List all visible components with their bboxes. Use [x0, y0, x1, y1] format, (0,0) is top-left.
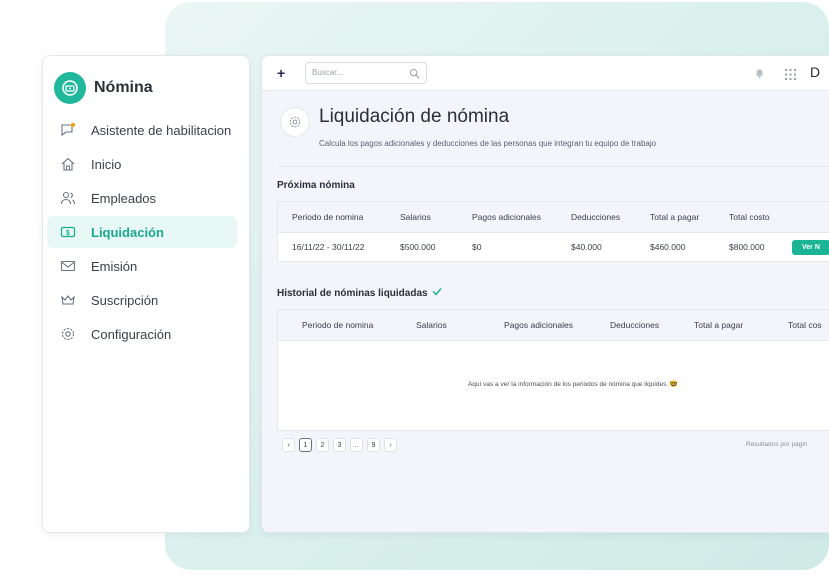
empty-state-message: Aquí vas a ver la información de los per… [467, 381, 679, 388]
search-input[interactable]: Buscar... [305, 62, 427, 84]
column-header: Periodo de nomina [302, 320, 374, 330]
nomina-logo-icon [54, 72, 86, 104]
sidebar-item-label: Emisión [91, 258, 138, 274]
sidebar-item-configuracion[interactable]: Configuración [47, 318, 237, 350]
money-bill-icon: $ [59, 223, 77, 241]
sidebar-nav: Asistente de habilitacion Inicio Emplead… [47, 114, 237, 352]
crown-icon [59, 291, 77, 309]
next-page-button[interactable]: › [384, 438, 397, 452]
topbar: + Buscar... D [262, 56, 829, 91]
cell-total-cost: $800.000 [729, 242, 765, 252]
page-ellipsis: .. [350, 438, 363, 452]
page-subtitle: Calcula los pagos adicionales y deduccio… [319, 139, 657, 148]
table-header: Periodo de nomina Salarios Pagos adicion… [278, 202, 829, 233]
search-placeholder: Buscar... [312, 68, 344, 77]
gear-icon [59, 325, 77, 343]
sidebar-item-emision[interactable]: Emisión [47, 250, 237, 282]
brand-title: Nómina [94, 79, 153, 96]
brand[interactable]: Nómina [54, 72, 153, 104]
search-icon [409, 66, 420, 84]
sidebar-item-suscripcion[interactable]: Suscripción [47, 284, 237, 316]
users-icon [59, 189, 77, 207]
svg-text:$: $ [66, 230, 70, 237]
results-per-page-label[interactable]: Resultados por págin [746, 441, 807, 448]
table-header: Periodo de nomina Salarios Pagos adicion… [278, 310, 829, 341]
bell-icon[interactable] [754, 66, 765, 84]
column-header: Deducciones [610, 320, 660, 330]
history-table: Periodo de nomina Salarios Pagos adicion… [277, 309, 829, 431]
page-button[interactable]: 3 [333, 438, 346, 452]
pagination: ‹ 1 2 3 .. 9 › [282, 438, 401, 452]
divider [277, 166, 829, 167]
column-header: Salarios [416, 320, 447, 330]
view-payroll-button[interactable]: Ver N [792, 239, 829, 255]
prev-page-button[interactable]: ‹ [282, 438, 295, 452]
column-header: Total costo [729, 212, 770, 222]
column-header: Salarios [400, 212, 431, 222]
column-header: Total a pagar [650, 212, 700, 222]
cell-salaries: $500.000 [400, 242, 436, 252]
sidebar-item-asistente[interactable]: Asistente de habilitacion [47, 114, 237, 146]
page-button[interactable]: 2 [316, 438, 329, 452]
column-header: Total a pagar [694, 320, 744, 330]
home-icon [59, 155, 77, 173]
add-button[interactable]: + [277, 65, 285, 81]
sidebar-item-inicio[interactable]: Inicio [47, 148, 237, 180]
flag-notification-icon [59, 121, 77, 139]
sidebar-item-empleados[interactable]: Empleados [47, 182, 237, 214]
column-header: Pagos adicionales [472, 212, 541, 222]
main-window: + Buscar... D Liquidación de nómina Calc… [261, 55, 829, 533]
cell-additional: $0 [472, 242, 482, 252]
sidebar-item-label: Configuración [91, 326, 172, 342]
history-title: Historial de nóminas liquidadas [277, 287, 428, 299]
sidebar-item-label: Suscripción [91, 292, 159, 308]
page-title: Liquidación de nómina [319, 106, 510, 127]
column-header: Periodo de nomina [292, 212, 364, 222]
apps-grid-icon[interactable] [785, 67, 796, 85]
sidebar-item-label: Asistente de habilitacion [91, 122, 232, 138]
sidebar: Nómina Asistente de habilitacion Inicio … [42, 55, 250, 533]
page-button[interactable]: 9 [367, 438, 380, 452]
cell-deductions: $40.000 [571, 242, 602, 252]
column-header: Deducciones [571, 212, 621, 222]
sidebar-item-liquidacion[interactable]: $ Liquidación [47, 216, 237, 248]
page-button[interactable]: 1 [299, 438, 312, 452]
table-row: 16/11/22 - 30/11/22 $500.000 $0 $40.000 … [278, 233, 829, 261]
sidebar-item-label: Empleados [91, 190, 157, 206]
sidebar-item-label: Inicio [91, 156, 122, 172]
user-avatar[interactable]: D [810, 64, 820, 80]
checkmark-icon [432, 287, 442, 299]
cell-total-pay: $460.000 [650, 242, 686, 252]
settings-gear-icon [280, 107, 310, 137]
mail-icon [59, 257, 77, 275]
next-payroll-table: Periodo de nomina Salarios Pagos adicion… [277, 201, 829, 262]
cell-period: 16/11/22 - 30/11/22 [292, 242, 365, 252]
column-header: Pagos adicionales [504, 320, 573, 330]
column-header: Total cos [788, 320, 822, 330]
next-payroll-title: Próxima nómina [277, 180, 355, 191]
history-section-header: Historial de nóminas liquidadas [277, 287, 442, 299]
sidebar-item-label: Liquidación [91, 224, 164, 240]
